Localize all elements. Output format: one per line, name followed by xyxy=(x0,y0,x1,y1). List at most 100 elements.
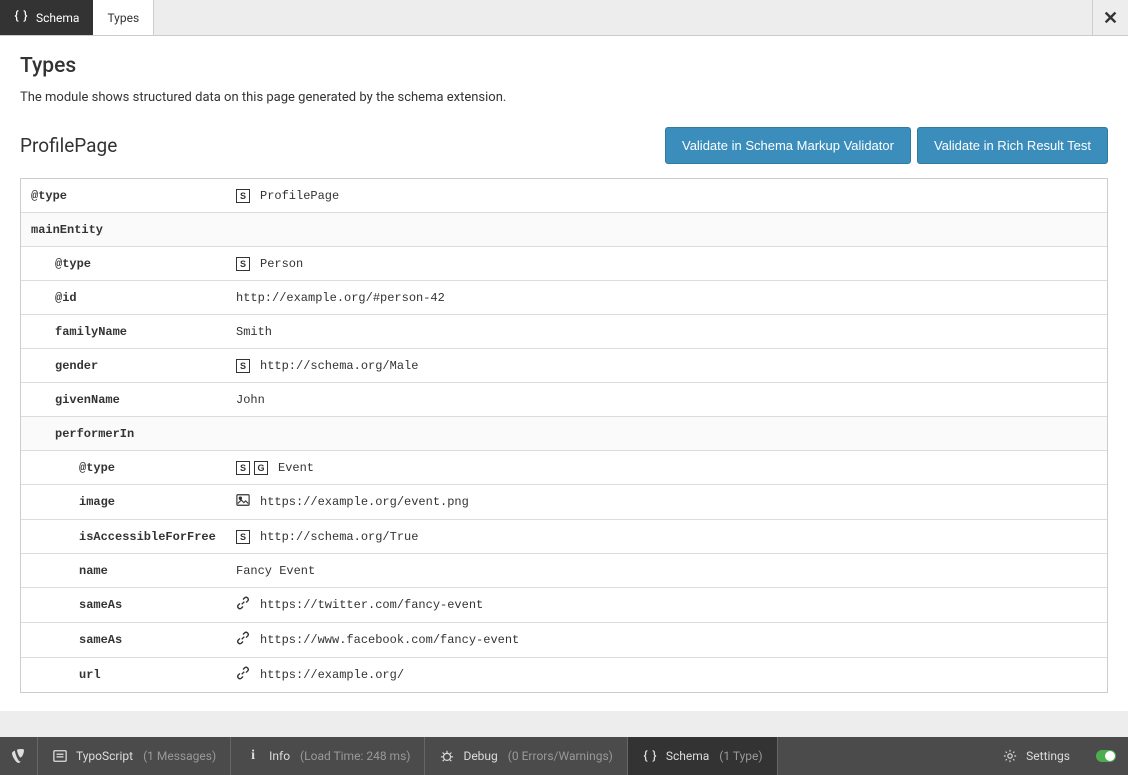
property-key: @type xyxy=(21,181,226,211)
property-value: Smith xyxy=(226,317,1107,347)
property-value-text: Fancy Event xyxy=(236,564,315,578)
property-key: mainEntity xyxy=(21,215,1107,245)
content-area: Types The module shows structured data o… xyxy=(0,36,1128,711)
property-key: givenName xyxy=(21,385,226,415)
property-key: name xyxy=(21,556,226,586)
property-value: Shttp://schema.org/Male xyxy=(226,351,1107,381)
braces-icon xyxy=(14,9,28,26)
statusbar-schema-suffix: (1 Type) xyxy=(719,749,762,763)
schema-icon: S xyxy=(236,257,250,271)
table-row: name Fancy Event xyxy=(21,554,1107,588)
property-value: Shttp://schema.org/True xyxy=(226,522,1107,552)
statusbar-schema[interactable]: Schema (1 Type) xyxy=(628,737,778,775)
table-row: @type S Person xyxy=(21,247,1107,281)
google-icon: G xyxy=(254,461,268,475)
table-row: image https://example.org/event.png xyxy=(21,485,1107,520)
property-key: @type xyxy=(21,453,226,483)
property-key: performerIn xyxy=(21,419,1107,449)
property-value: SG Event xyxy=(226,453,1107,483)
statusbar-spacer xyxy=(778,737,989,775)
property-value-text: https://example.org/ xyxy=(260,668,404,682)
statusbar-debug-suffix: (0 Errors/Warnings) xyxy=(508,749,613,763)
link-icon xyxy=(236,596,250,614)
table-row: @type S ProfilePage xyxy=(21,179,1107,213)
tab-schema[interactable]: Schema xyxy=(0,0,93,35)
gear-icon xyxy=(1002,748,1018,764)
property-key: @id xyxy=(21,283,226,313)
statusbar-info-label: Info xyxy=(269,749,290,763)
section-header: ProfilePage Validate in Schema Markup Va… xyxy=(20,127,1108,164)
property-value: https://example.org/event.png xyxy=(226,485,1107,519)
statusbar-typoscript-label: TypoScript xyxy=(76,749,133,763)
property-value-text: Person xyxy=(260,257,303,271)
statusbar: TypoScript (1 Messages) i Info (Load Tim… xyxy=(0,737,1128,775)
property-key: sameAs xyxy=(21,590,226,620)
table-row: @type SG Event xyxy=(21,451,1107,485)
statusbar-debug[interactable]: Debug (0 Errors/Warnings) xyxy=(425,737,627,775)
property-key: @type xyxy=(21,249,226,279)
property-value-text: http://example.org/#person-42 xyxy=(236,291,445,305)
property-value: Fancy Event xyxy=(226,556,1107,586)
table-row: isAccessibleForFreeShttp://schema.org/Tr… xyxy=(21,520,1107,554)
statusbar-info-suffix: (Load Time: 248 ms) xyxy=(300,749,410,763)
property-value-text: https://www.facebook.com/fancy-event xyxy=(260,633,519,647)
property-value: https://www.facebook.com/fancy-event xyxy=(226,623,1107,657)
statusbar-typoscript-suffix: (1 Messages) xyxy=(143,749,216,763)
image-icon xyxy=(236,493,250,511)
schema-icon: S xyxy=(236,461,250,475)
property-key: gender xyxy=(21,351,226,381)
info-icon: i xyxy=(245,748,261,764)
property-key: image xyxy=(21,487,226,517)
schema-table: @typeSProfilePagemainEntity@typeSPerson@… xyxy=(20,178,1108,693)
section-title: ProfilePage xyxy=(20,134,117,157)
page-title: Types xyxy=(20,54,1108,78)
close-icon: ✕ xyxy=(1103,8,1118,29)
table-row: sameAs https://www.facebook.com/fancy-eve… xyxy=(21,623,1107,658)
table-row: @id http://example.org/#person-42 xyxy=(21,281,1107,315)
statusbar-settings-label: Settings xyxy=(1026,749,1070,763)
button-group: Validate in Schema Markup Validator Vali… xyxy=(665,127,1108,164)
bug-icon xyxy=(439,748,455,764)
property-value-text: https://twitter.com/fancy-event xyxy=(260,598,483,612)
validate-rich-button[interactable]: Validate in Rich Result Test xyxy=(917,127,1108,164)
close-panel-button[interactable]: ✕ xyxy=(1092,0,1128,36)
property-key: url xyxy=(21,660,226,690)
link-icon xyxy=(236,631,250,649)
tab-schema-label: Schema xyxy=(36,11,79,25)
typo3-logo[interactable] xyxy=(0,737,38,775)
property-value: https://example.org/ xyxy=(226,658,1107,692)
link-icon xyxy=(236,666,250,684)
panel-toggle[interactable] xyxy=(1096,750,1116,762)
page-description: The module shows structured data on this… xyxy=(20,90,1108,105)
schema-icon: S xyxy=(236,189,250,203)
property-value-text: Smith xyxy=(236,325,272,339)
tab-types[interactable]: Types xyxy=(93,0,154,35)
property-key: familyName xyxy=(21,317,226,347)
property-value-text: John xyxy=(236,393,265,407)
property-key: isAccessibleForFree xyxy=(21,522,226,552)
table-row: familyName Smith xyxy=(21,315,1107,349)
statusbar-schema-label: Schema xyxy=(666,749,709,763)
property-value-text: https://example.org/event.png xyxy=(260,495,469,509)
property-value: S ProfilePage xyxy=(226,181,1107,211)
property-value-text: ProfilePage xyxy=(260,189,339,203)
property-value: John xyxy=(226,385,1107,415)
table-row: givenName John xyxy=(21,383,1107,417)
property-value-text: http://schema.org/Male xyxy=(260,359,418,373)
schema-icon: S xyxy=(236,359,250,373)
statusbar-debug-label: Debug xyxy=(463,749,497,763)
property-value: https://twitter.com/fancy-event xyxy=(226,588,1107,622)
property-key: sameAs xyxy=(21,625,226,655)
validate-markup-button[interactable]: Validate in Schema Markup Validator xyxy=(665,127,911,164)
property-value-text: Event xyxy=(278,461,314,475)
statusbar-typoscript[interactable]: TypoScript (1 Messages) xyxy=(38,737,231,775)
schema-icon: S xyxy=(236,530,250,544)
top-tabbar: Schema Types ✕ xyxy=(0,0,1128,36)
statusbar-info[interactable]: i Info (Load Time: 248 ms) xyxy=(231,737,425,775)
table-row: url https://example.org/ xyxy=(21,658,1107,692)
list-icon xyxy=(52,748,68,764)
property-value: http://example.org/#person-42 xyxy=(226,283,1107,313)
property-value-text: http://schema.org/True xyxy=(260,530,418,544)
statusbar-settings[interactable]: Settings xyxy=(988,748,1084,764)
table-row: genderShttp://schema.org/Male xyxy=(21,349,1107,383)
